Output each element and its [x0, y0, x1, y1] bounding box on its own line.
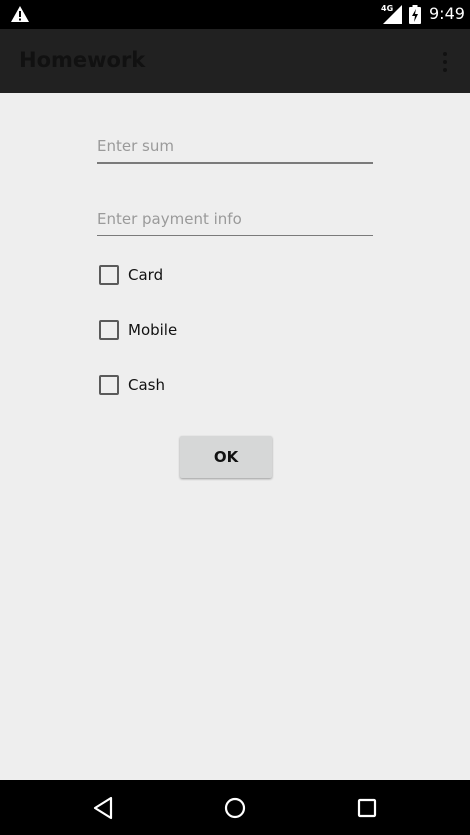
navigation-bar	[0, 780, 470, 835]
app-bar: Homework	[0, 29, 470, 93]
network-type-label: 4G	[381, 4, 394, 13]
cash-label: Cash	[128, 376, 165, 394]
ok-button[interactable]: OK	[180, 436, 272, 478]
mobile-label: Mobile	[128, 321, 178, 339]
sum-input[interactable]	[97, 130, 373, 164]
card-label: Card	[128, 266, 164, 284]
battery-charging-icon	[409, 5, 421, 24]
checkbox-box[interactable]	[99, 265, 119, 285]
status-clock: 9:49	[429, 4, 465, 23]
checkbox-box[interactable]	[99, 320, 119, 340]
checkbox-box[interactable]	[99, 375, 119, 395]
warning-icon	[11, 6, 29, 22]
recents-icon[interactable]	[355, 796, 379, 820]
cash-checkbox[interactable]: Cash	[99, 372, 165, 398]
payment-info-input[interactable]	[97, 203, 373, 236]
back-icon[interactable]	[91, 796, 115, 820]
status-bar: 4G 9:49	[0, 0, 470, 29]
form-content: Card Mobile Cash OK	[0, 93, 470, 780]
home-icon[interactable]	[223, 796, 247, 820]
more-vert-icon[interactable]	[437, 51, 453, 73]
card-checkbox[interactable]: Card	[99, 262, 163, 288]
mobile-checkbox[interactable]: Mobile	[99, 317, 177, 343]
app-title: Homework	[19, 48, 146, 72]
